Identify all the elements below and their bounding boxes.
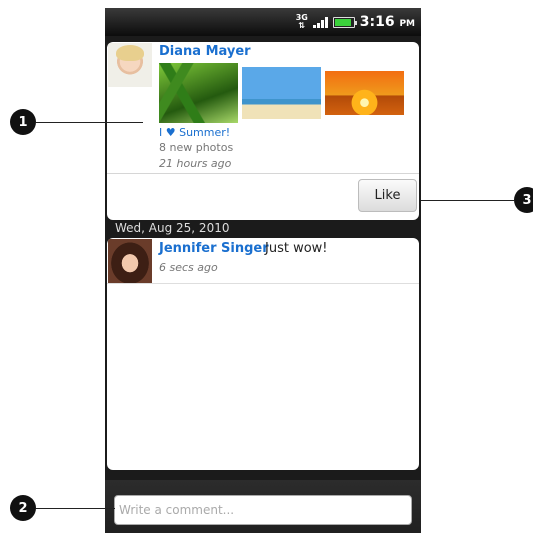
clock-suffix: PM — [399, 19, 415, 29]
phone-screen: 3G ⇅ 3:16 PM Diana Mayer I ♥ Summer! 8 n… — [105, 8, 421, 533]
post-timestamp: 21 hours ago — [159, 157, 232, 170]
divider — [107, 283, 419, 284]
feed-content: Diana Mayer I ♥ Summer! 8 new photos 21 … — [105, 36, 421, 533]
photo-post-card: Diana Mayer I ♥ Summer! 8 new photos 21 … — [107, 42, 419, 220]
signal-icon — [312, 16, 328, 28]
network-label: 3G — [295, 13, 308, 22]
photo-thumbnail[interactable] — [159, 63, 238, 123]
battery-icon — [332, 16, 357, 28]
avatar[interactable] — [108, 43, 152, 87]
comment-composer — [105, 480, 421, 533]
divider — [107, 173, 419, 174]
status-clock: 3:16 PM — [360, 14, 415, 30]
like-button[interactable]: Like — [358, 179, 417, 212]
photo-thumbnail[interactable] — [242, 67, 321, 119]
author-name[interactable]: Diana Mayer — [159, 44, 251, 59]
photo-thumbnails — [159, 63, 404, 123]
comment-input[interactable] — [114, 495, 412, 525]
callout-1: 1 — [10, 109, 36, 135]
date-header: Wed, Aug 25, 2010 — [115, 221, 230, 235]
callout-2: 2 — [10, 495, 36, 521]
clock-time: 3:16 — [359, 14, 395, 30]
post-text: Just wow! — [265, 241, 328, 256]
callout-line — [421, 200, 514, 201]
battery-level — [334, 18, 351, 26]
network-3g-icon: 3G ⇅ — [295, 13, 308, 30]
callout-3: 3 — [514, 187, 533, 213]
photo-count: 8 new photos — [159, 141, 234, 154]
post-timestamp: 6 secs ago — [159, 261, 218, 274]
status-icons: 3G ⇅ 3:16 PM — [296, 12, 415, 32]
photo-thumbnail[interactable] — [325, 71, 404, 115]
status-post-card: Jennifer Singer Just wow! 6 secs ago — [107, 238, 419, 470]
callout-line — [36, 508, 115, 509]
callout-line — [36, 122, 143, 123]
avatar[interactable] — [108, 239, 152, 283]
status-bar: 3G ⇅ 3:16 PM — [105, 8, 421, 36]
author-name[interactable]: Jennifer Singer — [159, 241, 269, 256]
album-title[interactable]: I ♥ Summer! — [159, 126, 230, 139]
